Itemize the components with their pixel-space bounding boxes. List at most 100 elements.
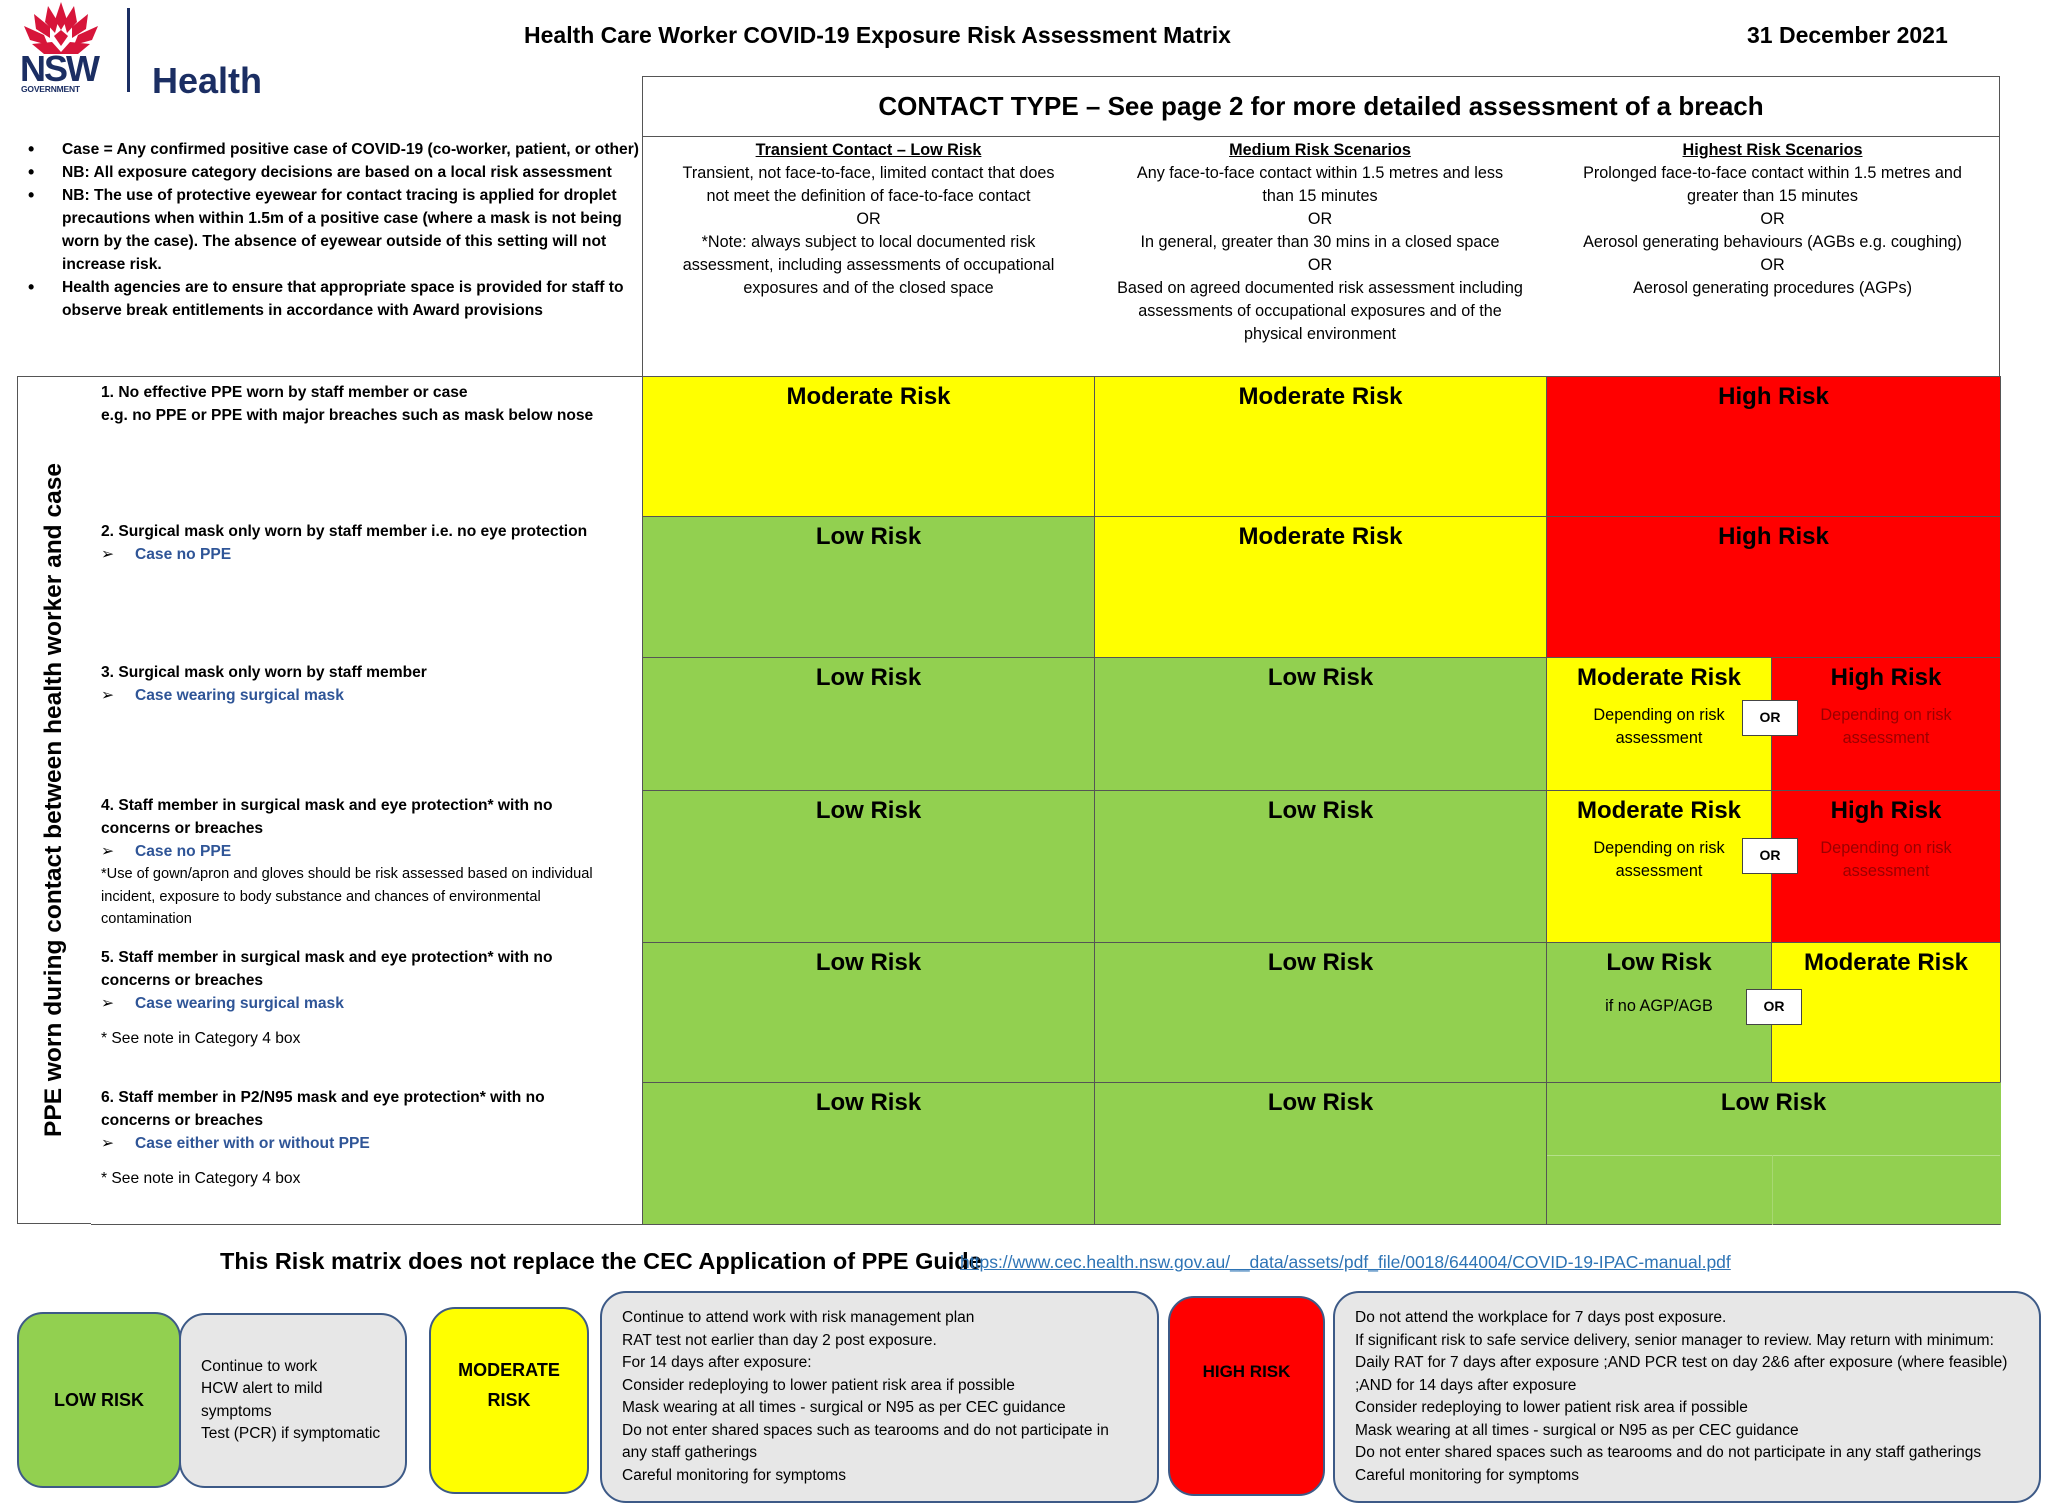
risk-cell-moderate: Moderate Risk bbox=[1771, 942, 2001, 1083]
risk-cell-low: Low Risk bbox=[1094, 942, 1547, 1083]
legend-action-line: Continue to attend work with risk manage… bbox=[622, 1309, 975, 1326]
cell-gridline bbox=[1547, 1155, 2000, 1156]
note-item: Health agencies are to ensure that appro… bbox=[28, 276, 640, 322]
risk-label: Low Risk bbox=[815, 523, 922, 550]
risk-label: Low Risk bbox=[815, 664, 922, 691]
legend-action-line: RAT test not earlier than day 2 post exp… bbox=[622, 1331, 937, 1349]
case-ppe-text: Case either with or without PPE bbox=[135, 1135, 370, 1152]
column-description-line: physical environment bbox=[1243, 325, 1397, 343]
risk-condition: Depending on risk assessment bbox=[1547, 837, 1771, 883]
risk-label: Low Risk bbox=[1267, 949, 1374, 976]
risk-cell-low: Low Risk bbox=[1546, 1082, 2001, 1225]
case-ppe-status: ➢ Case no PPE bbox=[101, 543, 632, 566]
document-date: 31 December 2021 bbox=[1747, 22, 1948, 48]
risk-condition-line: Depending on risk bbox=[1593, 706, 1725, 724]
or-badge: OR bbox=[1746, 989, 1802, 1025]
logo-nsw-text: NSW bbox=[20, 48, 100, 89]
column-header-highest: Highest Risk Scenarios Prolonged face-to… bbox=[1546, 136, 2000, 377]
row-title: 3. Surgical mask only worn by staff memb… bbox=[101, 664, 427, 681]
legend-moderate-risk-badge: MODERATE RISK bbox=[429, 1307, 589, 1494]
risk-condition: Depending on risk assessment bbox=[1772, 704, 2000, 750]
document-title: Health Care Worker COVID-19 Exposure Ris… bbox=[524, 22, 1231, 48]
risk-cell-low: Low Risk bbox=[1094, 657, 1547, 791]
risk-cell-moderate: Moderate Risk bbox=[1094, 376, 1547, 517]
legend-action-line: Do not enter shared spaces such as tearo… bbox=[1355, 1444, 1982, 1461]
column-description-line: Transient, not face-to-face, limited con… bbox=[682, 164, 1055, 182]
case-ppe-status: ➢ Case wearing surgical mask bbox=[101, 684, 632, 707]
cec-guide-link[interactable]: https://www.cec.health.nsw.gov.au/__data… bbox=[960, 1252, 1731, 1273]
row-title: concerns or breaches bbox=[101, 972, 264, 989]
row-label: 6. Staff member in P2/N95 mask and eye p… bbox=[91, 1082, 643, 1225]
risk-cell-low: Low Risk bbox=[642, 516, 1095, 658]
legend-action-line: Daily RAT for 7 days after exposure ;AND… bbox=[1355, 1354, 2008, 1371]
legend-action-line: Do not enter shared spaces such as tearo… bbox=[622, 1421, 1109, 1439]
column-heading: Highest Risk Scenarios bbox=[1682, 141, 1863, 159]
risk-label: Low Risk bbox=[1606, 949, 1712, 976]
column-description-line: In general, greater than 30 mins in a cl… bbox=[1140, 233, 1500, 251]
note-item: Case = Any confirmed positive case of CO… bbox=[28, 138, 640, 161]
column-header-transient: Transient Contact – Low Risk Transient, … bbox=[642, 136, 1095, 377]
row-label: 5. Staff member in surgical mask and eye… bbox=[91, 942, 643, 1083]
legend-action-line: For 14 days after exposure: bbox=[622, 1354, 812, 1371]
risk-condition-line: assessment bbox=[1842, 729, 1930, 747]
row-title: concerns or breaches bbox=[101, 820, 264, 837]
risk-condition-line: assessment bbox=[1842, 862, 1930, 880]
risk-cell-low: Low Risk bbox=[642, 1082, 1095, 1225]
legend-action-line: Consider redeploying to lower patient ri… bbox=[622, 1376, 1015, 1394]
see-note: * See note in Category 4 box bbox=[101, 1170, 301, 1187]
row-title: 2. Surgical mask only worn by staff memb… bbox=[101, 523, 588, 540]
notes-list: Case = Any confirmed positive case of CO… bbox=[28, 138, 640, 322]
column-heading: Transient Contact – Low Risk bbox=[755, 141, 982, 159]
risk-condition-line: Depending on risk bbox=[1820, 839, 1952, 857]
column-description-line: exposures and of the closed space bbox=[743, 279, 994, 297]
case-ppe-status: ➢ Case no PPE bbox=[101, 840, 632, 863]
risk-condition-line: assessment bbox=[1615, 862, 1703, 880]
row-title: 4. Staff member in surgical mask and eye… bbox=[101, 797, 553, 814]
column-description-line: OR bbox=[1760, 256, 1785, 274]
risk-condition: Depending on risk assessment bbox=[1547, 704, 1771, 750]
risk-cell-low: Low Risk if no AGP/AGB bbox=[1546, 942, 1772, 1083]
row-footnote: *Use of gown/apron and gloves should be … bbox=[101, 866, 593, 927]
ppe-axis-label: PPE worn during contact between health w… bbox=[40, 463, 67, 1137]
risk-label: Low Risk bbox=[1267, 797, 1374, 824]
cell-gridline bbox=[1772, 1155, 1773, 1225]
legend-action-line: Careful monitoring for symptoms bbox=[1355, 1466, 1579, 1484]
risk-cell-high: High Risk Depending on risk assessment bbox=[1771, 657, 2001, 791]
column-description-line: Aerosol generating procedures (AGPs) bbox=[1633, 279, 1912, 297]
column-description-line: assessments of occupational exposures an… bbox=[1138, 302, 1502, 320]
case-ppe-text: Case no PPE bbox=[135, 546, 232, 563]
column-description-line: Any face-to-face contact within 1.5 metr… bbox=[1136, 164, 1504, 182]
or-badge: OR bbox=[1742, 700, 1798, 736]
legend-action-line: ;AND for 14 days after exposure bbox=[1355, 1376, 1577, 1394]
legend-low-risk-badge: LOW RISK bbox=[17, 1312, 181, 1488]
risk-label: Moderate Risk bbox=[1576, 797, 1742, 824]
column-description-line: OR bbox=[1307, 256, 1333, 274]
risk-cell-moderate: Moderate Risk bbox=[1094, 516, 1547, 658]
legend-moderate-risk-actions: Continue to attend work with risk manage… bbox=[600, 1291, 1159, 1503]
risk-label: Moderate Risk bbox=[1238, 523, 1403, 550]
risk-label: Low Risk bbox=[815, 949, 922, 976]
legend-moderate-risk-label: RISK bbox=[487, 1390, 531, 1410]
risk-label: Low Risk bbox=[815, 797, 922, 824]
case-ppe-text: Case wearing surgical mask bbox=[135, 687, 344, 704]
see-note: * See note in Category 4 box bbox=[101, 1030, 301, 1047]
legend-low-risk-actions: Continue to work HCW alert to mild symptom… bbox=[179, 1313, 407, 1488]
case-ppe-text: Case wearing surgical mask bbox=[135, 995, 344, 1012]
risk-label: Low Risk bbox=[1720, 1089, 1827, 1116]
column-description-line: than 15 minutes bbox=[1262, 187, 1378, 205]
risk-label: Low Risk bbox=[815, 1089, 922, 1116]
legend-action-line: Continue to work bbox=[201, 1357, 318, 1375]
case-ppe-text: Case no PPE bbox=[135, 843, 232, 860]
risk-label: Moderate Risk bbox=[1803, 949, 1969, 976]
column-description-line: not meet the definition of face-to-face … bbox=[706, 187, 1031, 205]
risk-cell-low: Low Risk bbox=[642, 942, 1095, 1083]
legend-low-risk-label: LOW RISK bbox=[54, 1389, 144, 1410]
note-item: NB: All exposure category decisions are … bbox=[28, 161, 640, 184]
risk-label: Moderate Risk bbox=[1238, 383, 1403, 410]
risk-label: Low Risk bbox=[1267, 1089, 1374, 1116]
legend-high-risk-badge: HIGH RISK bbox=[1168, 1296, 1325, 1496]
row-label: 2. Surgical mask only worn by staff memb… bbox=[91, 516, 643, 658]
risk-condition: Depending on risk assessment bbox=[1772, 837, 2000, 883]
contact-type-header: CONTACT TYPE – See page 2 for more detai… bbox=[642, 76, 2000, 137]
column-description-line: Based on agreed documented risk assessme… bbox=[1117, 279, 1523, 297]
